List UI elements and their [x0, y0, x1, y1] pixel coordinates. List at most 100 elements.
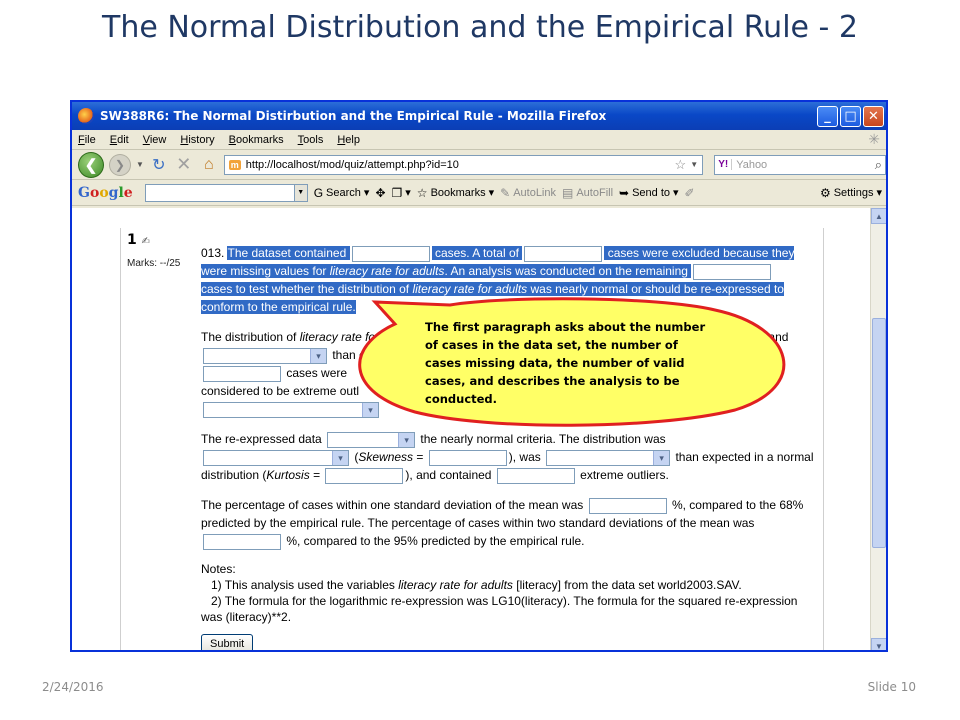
close-button[interactable]: ✕ [863, 105, 884, 127]
menu-edit[interactable]: Edit [110, 134, 129, 146]
question-number: 1 ✍ [127, 232, 150, 248]
url-dropdown-icon[interactable]: ▼ [690, 160, 702, 169]
menu-bar: File Edit View History Bookmarks Tools H… [72, 130, 886, 150]
url-bar[interactable]: m http://localhost/mod/quiz/attempt.php?… [223, 154, 704, 175]
url-text[interactable]: http://localhost/mod/quiz/attempt.php?id… [246, 159, 675, 171]
valid-cases-input[interactable] [693, 263, 772, 280]
history-dropdown-icon[interactable]: ▼ [136, 160, 144, 169]
throbber-icon: ✳ [868, 131, 880, 147]
sendto-tool[interactable]: ➥ Send to ▾ [619, 186, 679, 200]
para3-text-c1: distribution ( [201, 468, 267, 482]
para3-text-b3: = [413, 450, 424, 464]
menu-file[interactable]: File [78, 134, 96, 146]
forward-button[interactable]: ❯ [108, 153, 131, 176]
para1-text-a: The dataset contained [227, 246, 347, 260]
para3-text-c2: Kurtosis [266, 468, 310, 482]
para3-text-a1: The re-expressed data [201, 432, 322, 446]
menu-bookmarks[interactable]: Bookmarks [229, 134, 284, 146]
autolink-icon: ✎ [500, 185, 511, 200]
kurtosis-shape-select[interactable] [546, 449, 671, 466]
autofill-icon: ▤ [562, 185, 574, 200]
menu-history[interactable]: History [180, 134, 214, 146]
para4-line3: %, compared to the 95% predicted by the … [201, 532, 585, 550]
maximize-button[interactable]: □ [840, 105, 861, 127]
bookmark-star-icon[interactable]: ☆ [675, 157, 687, 173]
send-icon: ➥ [619, 185, 630, 200]
star-icon: ☆ [416, 185, 428, 200]
edit-icon[interactable]: ✍ [142, 236, 150, 247]
outlier-cases-input[interactable] [203, 365, 281, 382]
para3-line2: (Skewness = ), was than expected in a no… [201, 448, 814, 466]
pencil-icon: ✐ [684, 185, 695, 200]
pagerank-icon: ✥ [375, 185, 386, 200]
extreme-outliers-input[interactable] [496, 467, 575, 484]
popup-blocker-tool[interactable]: ❐ ▾ [392, 186, 411, 200]
search-bar[interactable]: Y! Yahoo ⌕ [714, 154, 886, 175]
distribution-select-1[interactable] [203, 347, 327, 364]
navigation-toolbar: ❮ ❯ ▼ ↻ ✕ ⌂ m http://localhost/mod/quiz/… [72, 150, 886, 180]
note-1-b: literacy rate for adults [398, 578, 513, 592]
para1-text-c: cases were excluded because they [607, 246, 795, 260]
pct-one-sd-input[interactable] [588, 497, 667, 514]
para1-line2: were missing values for literacy rate fo… [201, 262, 773, 280]
google-toolbar: Google ▼ G Search ▾ ✥ ❐ ▾ ☆ Bookmarks ▾ ✎ Au… [72, 180, 886, 206]
search-input[interactable]: Yahoo [732, 159, 875, 171]
note-1-c: [literacy] from the data set world2003.S… [512, 578, 742, 592]
arrow-left-icon: ❮ [84, 156, 98, 174]
scroll-down-button[interactable]: ▼ [871, 638, 886, 650]
skewness-input-2[interactable] [428, 449, 507, 466]
pagerank-tool[interactable]: ✥ [375, 186, 385, 200]
google-search-input[interactable] [144, 183, 295, 202]
google-logo: Google [78, 184, 133, 201]
settings-label: Settings [833, 186, 874, 199]
submit-button[interactable]: Submit [201, 634, 254, 650]
skew-direction-select[interactable] [203, 449, 349, 466]
search-engine-icon[interactable]: Y! [715, 159, 733, 170]
para3-text-a2: the nearly normal criteria. The distribu… [420, 432, 666, 446]
pencil-tool[interactable]: ✐ [685, 186, 695, 200]
para3-line1: The re-expressed data the nearly normal … [201, 430, 666, 448]
sendto-label: Send to [632, 186, 671, 199]
question-id: 013. [201, 246, 225, 260]
settings-button[interactable]: ⚙ Settings ▾ [820, 186, 882, 200]
para1-text-b: cases. A total of [434, 246, 519, 260]
menu-tools[interactable]: Tools [298, 134, 324, 146]
criteria-select[interactable] [327, 431, 416, 448]
title-bar[interactable]: SW388R6: The Normal Distirbution and the… [72, 102, 886, 130]
para1-text-f: conform to the empirical rule. [201, 300, 356, 314]
firefox-icon [78, 108, 94, 124]
google-search-label: Search [326, 186, 361, 199]
para3-text-c3: = [309, 468, 321, 482]
vertical-scrollbar[interactable]: ▲ ▼ [870, 208, 886, 650]
pct-two-sd-input[interactable] [203, 533, 281, 550]
scroll-thumb[interactable] [872, 318, 886, 548]
para1-text-d2: literacy rate for adults [329, 264, 445, 278]
home-icon[interactable]: ⌂ [199, 156, 219, 174]
minimize-button[interactable]: _ [817, 105, 838, 127]
total-cases-input[interactable] [351, 245, 430, 262]
google-search-button[interactable]: G Search ▾ [314, 186, 370, 200]
google-search-dropdown[interactable]: ▼ [293, 183, 308, 202]
bookmarks-tool[interactable]: ☆ Bookmarks ▾ [417, 186, 494, 200]
para1-line4: conform to the empirical rule. [201, 298, 356, 316]
excluded-cases-input[interactable] [524, 245, 603, 262]
para3-line3: distribution (Kurtosis = ), and containe… [201, 466, 669, 484]
reload-icon[interactable]: ↻ [149, 155, 169, 175]
kurtosis-input[interactable] [325, 467, 404, 484]
para4-text-a1: The percentage of cases within one stand… [201, 498, 584, 512]
scroll-up-button[interactable]: ▲ [871, 208, 886, 224]
slide-number: Slide 10 [867, 680, 916, 694]
menu-view[interactable]: View [143, 134, 167, 146]
autofill-tool[interactable]: ▤ AutoFill [562, 186, 613, 200]
question-marks: Marks: --/25 [127, 258, 181, 269]
stop-icon[interactable]: ✕ [174, 154, 194, 175]
arrow-right-icon: ❯ [114, 157, 125, 172]
search-icon[interactable]: ⌕ [875, 157, 882, 173]
menu-help[interactable]: Help [337, 134, 360, 146]
slide-title: The Normal Distribution and the Empirica… [102, 10, 858, 45]
para3-text-c5: extreme outliers. [580, 468, 669, 482]
note-2: 2) The formula for the logarithmic re-ex… [211, 594, 798, 608]
autolink-tool[interactable]: ✎ AutoLink [500, 186, 556, 200]
back-button[interactable]: ❮ [78, 151, 104, 178]
para4-text-c: %, compared to the 95% predicted by the … [286, 534, 585, 548]
